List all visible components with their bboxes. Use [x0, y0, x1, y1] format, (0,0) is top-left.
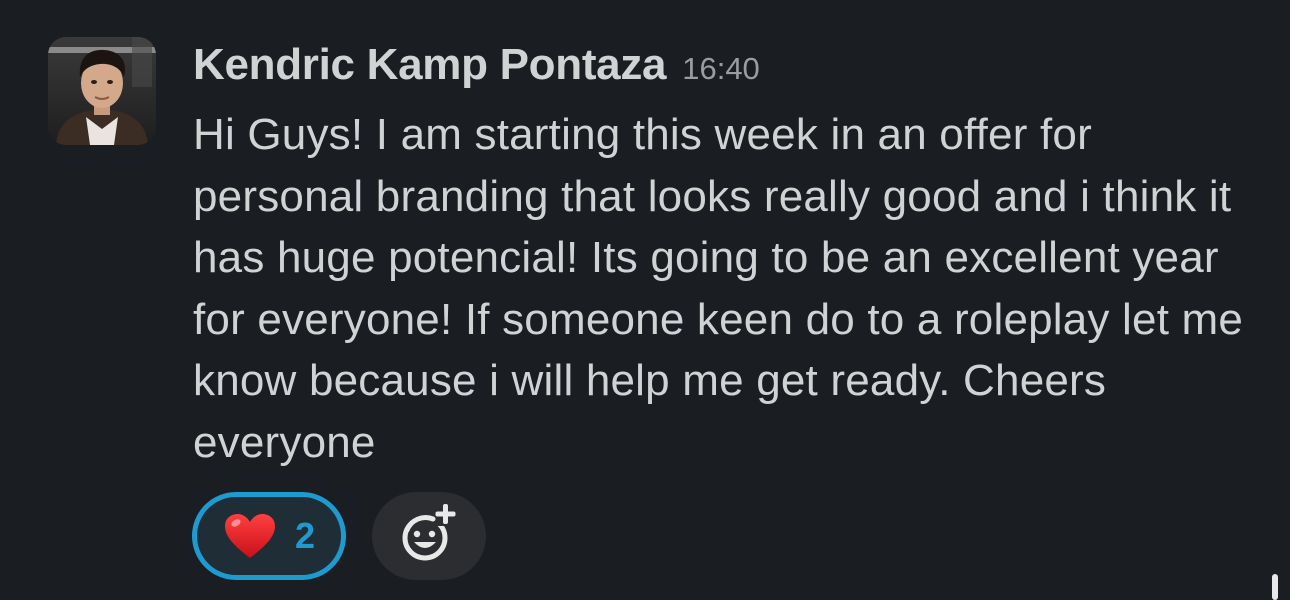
message-header: Kendric Kamp Pontaza 16:40: [193, 40, 760, 100]
add-emoji-icon: [397, 502, 461, 571]
message-timestamp[interactable]: 16:40: [682, 51, 760, 87]
add-reaction-button[interactable]: [372, 492, 486, 580]
author-name[interactable]: Kendric Kamp Pontaza: [193, 40, 667, 90]
message[interactable]: Kendric Kamp Pontaza 16:40 Hi Guys! I am…: [0, 0, 1290, 600]
avatar-photo-icon: [48, 37, 156, 145]
heart-icon: [223, 512, 277, 560]
author-avatar[interactable]: [48, 37, 156, 145]
scrollbar-thumb[interactable]: [1272, 574, 1278, 600]
reaction-count: 2: [294, 515, 316, 556]
reactions-bar: 2: [192, 492, 486, 580]
message-text: Hi Guys! I am starting this week in an o…: [193, 110, 1244, 467]
reaction-heart[interactable]: 2: [192, 492, 346, 580]
